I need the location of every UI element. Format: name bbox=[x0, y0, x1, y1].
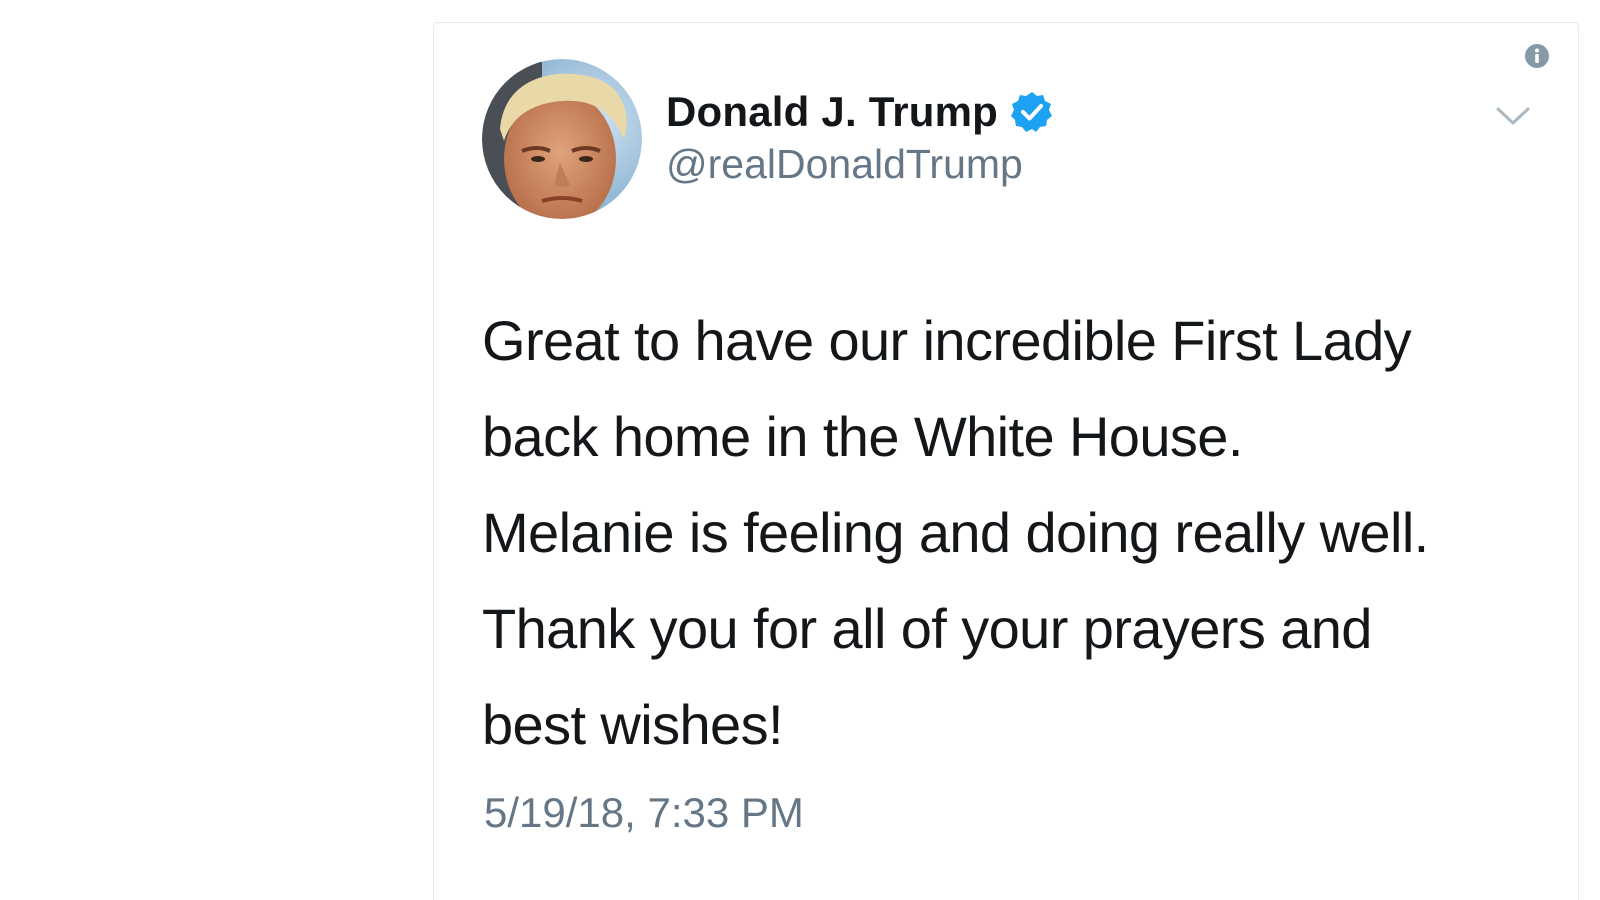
avatar[interactable] bbox=[482, 59, 642, 219]
tweet-text: Great to have our incredible First Lady … bbox=[482, 293, 1562, 773]
display-name: Donald J. Trump bbox=[666, 88, 999, 135]
tweet-card: Donald J. Trump @realDonaldTrump Great t… bbox=[433, 22, 1579, 900]
author-name-link[interactable]: Donald J. Trump bbox=[666, 85, 1054, 139]
tweet-text-line: Thank you for all of your prayers and bbox=[482, 597, 1372, 660]
page: Donald J. Trump @realDonaldTrump Great t… bbox=[0, 0, 1600, 900]
user-handle[interactable]: @realDonaldTrump bbox=[666, 141, 1054, 188]
chevron-down-icon[interactable] bbox=[1494, 101, 1532, 131]
verified-badge-icon bbox=[1010, 90, 1054, 134]
author-block: Donald J. Trump @realDonaldTrump bbox=[666, 85, 1054, 188]
tweet-text-line: back home in the White House. bbox=[482, 405, 1243, 468]
tweet-text-line: best wishes! bbox=[482, 693, 784, 756]
tweet-text-line: Great to have our incredible First Lady bbox=[482, 309, 1412, 372]
tweet-text-line: Melanie is feeling and doing really well… bbox=[482, 501, 1429, 564]
info-icon[interactable] bbox=[1524, 43, 1550, 69]
tweet-timestamp[interactable]: 5/19/18, 7:33 PM bbox=[484, 789, 804, 837]
